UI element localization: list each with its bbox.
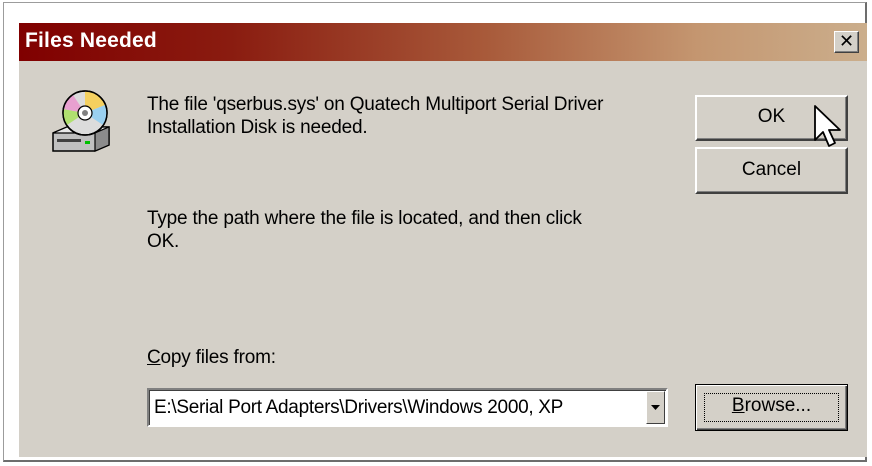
files-needed-dialog: Files Needed ✕ The file 'qserbus.sys' on…: [19, 23, 867, 457]
title-bar[interactable]: Files Needed ✕: [19, 23, 867, 61]
message-line-1: The file 'qserbus.sys' on Quatech Multip…: [147, 94, 604, 115]
focus-rectangle: [704, 393, 839, 422]
message-line-2: Installation Disk is needed.: [147, 117, 368, 138]
window-title: Files Needed: [25, 29, 157, 52]
close-button[interactable]: ✕: [834, 31, 859, 53]
copy-files-from-input[interactable]: E:\Serial Port Adapters\Drivers\Windows …: [154, 397, 563, 419]
ok-button-label: OK: [757, 106, 786, 127]
close-icon: ✕: [838, 31, 855, 51]
copy-files-label-mnemonic: C: [147, 347, 161, 368]
chevron-down-icon: [651, 405, 660, 410]
browse-button[interactable]: Browse...: [695, 384, 848, 431]
cd-drive-icon: [52, 90, 110, 152]
cancel-button[interactable]: Cancel: [695, 147, 848, 194]
message-line-3: Type the path where the file is located,…: [147, 208, 582, 229]
mouse-pointer-icon: [814, 105, 841, 147]
message-line-4: OK.: [147, 231, 180, 252]
copy-files-label-text: opy files from:: [160, 347, 276, 368]
copy-files-label: Copy files from:: [147, 346, 276, 369]
copy-files-from-combobox[interactable]: E:\Serial Port Adapters\Drivers\Windows …: [147, 388, 668, 427]
cancel-button-label: Cancel: [741, 159, 802, 180]
dropdown-button[interactable]: [646, 391, 665, 424]
